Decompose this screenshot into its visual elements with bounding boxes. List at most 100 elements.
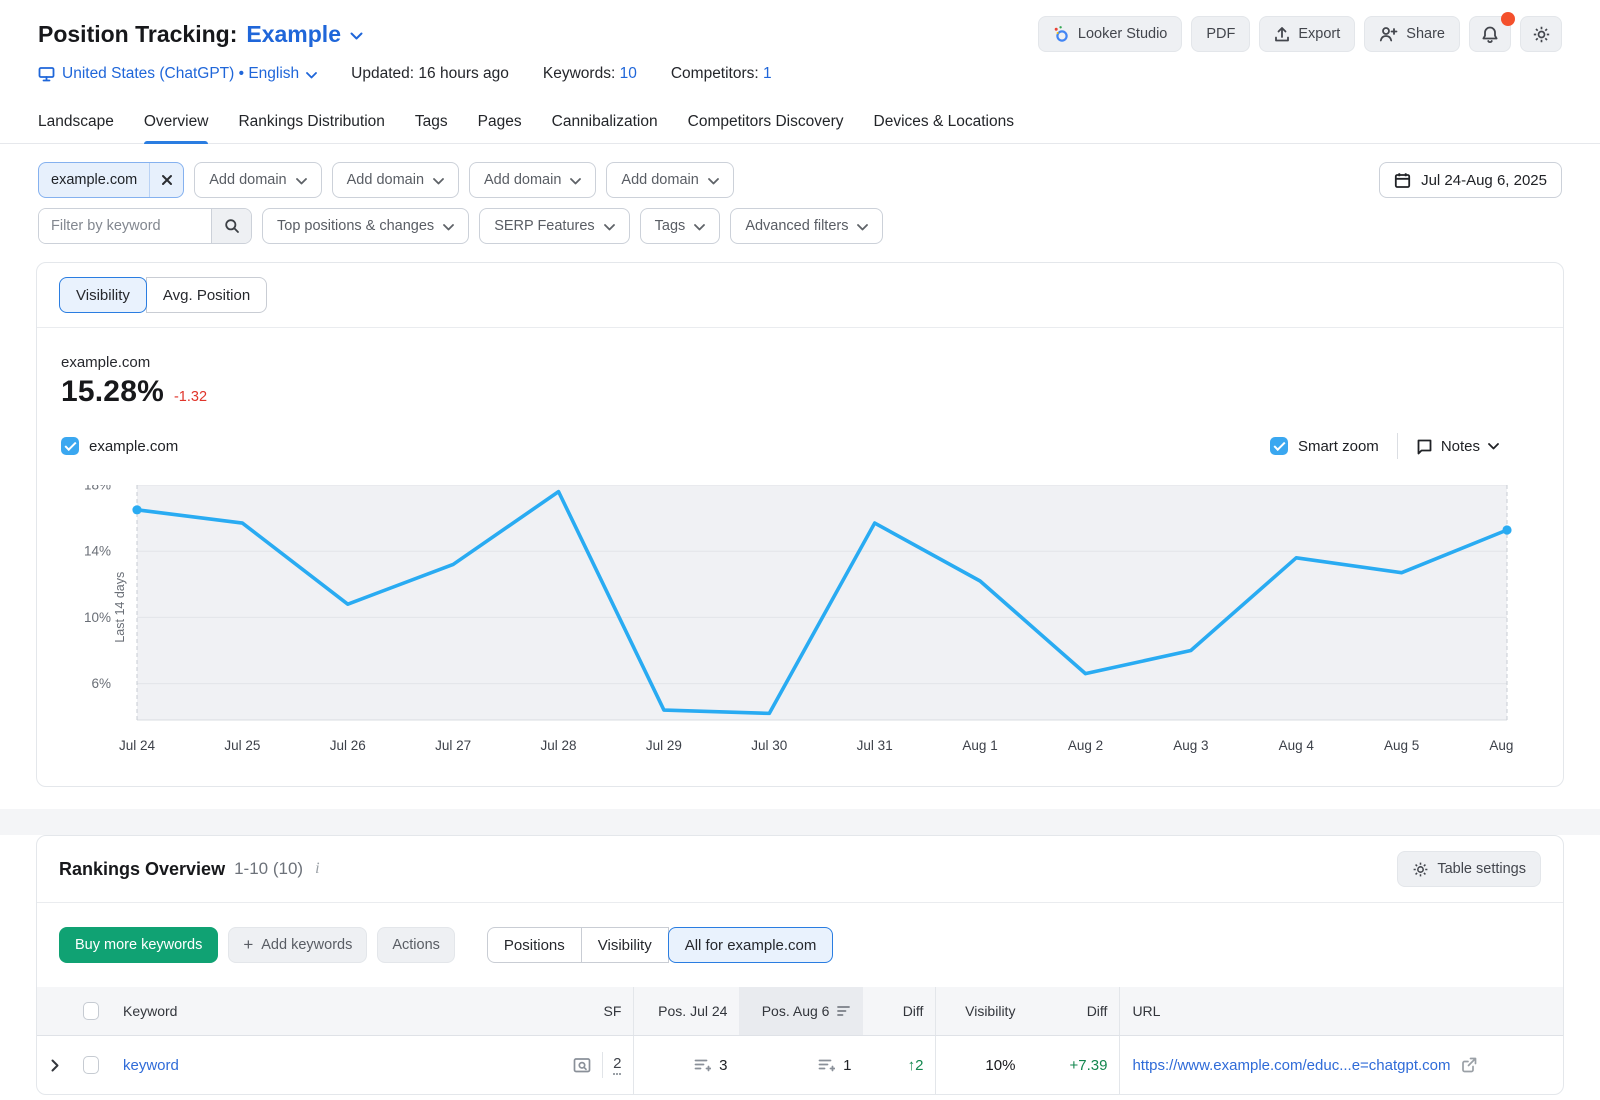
bell-icon	[1481, 25, 1499, 44]
card-separator	[0, 809, 1600, 835]
tab-devices-locations[interactable]: Devices & Locations	[874, 107, 1014, 143]
view-positions[interactable]: Positions	[487, 927, 582, 963]
column-url[interactable]: URL	[1119, 987, 1563, 1035]
rankings-overview-card: Rankings Overview 1-10 (10) i Table sett…	[36, 835, 1564, 1095]
metric-toggle: Visibility Avg. Position	[59, 277, 267, 313]
filters-bar: example.com Add domain Add domain Add do…	[0, 144, 1600, 244]
svg-text:Jul 25: Jul 25	[224, 738, 260, 753]
svg-text:Aug 4: Aug 4	[1279, 738, 1315, 753]
chevron-down-icon[interactable]	[350, 32, 363, 40]
tab-tags[interactable]: Tags	[415, 107, 448, 143]
chevron-down-icon	[443, 224, 454, 231]
svg-text:Jul 27: Jul 27	[435, 738, 471, 753]
pdf-button[interactable]: PDF	[1191, 16, 1250, 52]
column-keyword[interactable]: Keyword	[111, 987, 533, 1035]
rankings-table: Keyword SF Pos. Jul 24 Pos. Aug 6 Diff V…	[37, 987, 1563, 1094]
project-selector[interactable]: Example	[246, 21, 341, 48]
notifications-button[interactable]	[1469, 16, 1511, 52]
view-all-for-domain[interactable]: All for example.com	[668, 927, 834, 963]
row-checkbox[interactable]	[83, 1056, 99, 1074]
tags-dropdown[interactable]: Tags	[640, 208, 721, 244]
column-visibility[interactable]: Visibility	[935, 987, 1027, 1035]
chart-domain-label: example.com	[61, 354, 1539, 371]
tab-overview[interactable]: Overview	[144, 107, 209, 143]
add-domain-dropdown-1[interactable]: Add domain	[194, 162, 321, 198]
table-settings-button[interactable]: Table settings	[1397, 851, 1541, 887]
advanced-filters-dropdown[interactable]: Advanced filters	[730, 208, 883, 244]
visibility-chart[interactable]: 6%10%14%18%Last 14 daysJul 24Jul 25Jul 2…	[61, 485, 1539, 764]
buy-more-keywords-button[interactable]: Buy more keywords	[59, 927, 218, 963]
smart-zoom-control: Smart zoom	[1270, 437, 1379, 455]
column-diff2[interactable]: Diff	[1027, 987, 1119, 1035]
export-button[interactable]: Export	[1259, 16, 1355, 52]
gear-icon	[1532, 25, 1551, 44]
keyword-link[interactable]: keyword	[123, 1057, 179, 1074]
page-header: Position Tracking: Example Looker Studio	[0, 0, 1600, 83]
select-all-checkbox[interactable]	[83, 1002, 99, 1020]
competitors-count: Competitors: 1	[671, 65, 772, 83]
toggle-visibility[interactable]: Visibility	[59, 277, 147, 313]
tab-cannibalization[interactable]: Cannibalization	[552, 107, 658, 143]
expand-row-icon[interactable]	[37, 1036, 71, 1094]
tab-landscape[interactable]: Landscape	[38, 107, 114, 143]
tab-competitors-discovery[interactable]: Competitors Discovery	[688, 107, 844, 143]
keywords-count: Keywords: 10	[543, 65, 637, 83]
info-icon[interactable]: i	[315, 860, 319, 878]
share-button[interactable]: Share	[1364, 16, 1460, 52]
visibility-diff: -1.32	[174, 389, 207, 405]
visibility-cell: 10%	[935, 1036, 1027, 1094]
serp-features-dropdown[interactable]: SERP Features	[479, 208, 629, 244]
add-domain-dropdown-4[interactable]: Add domain	[606, 162, 733, 198]
view-visibility[interactable]: Visibility	[581, 927, 669, 963]
add-domain-dropdown-3[interactable]: Add domain	[469, 162, 596, 198]
visibility-card: Visibility Avg. Position example.com 15.…	[36, 262, 1564, 787]
add-domain-dropdown-2[interactable]: Add domain	[332, 162, 459, 198]
close-icon[interactable]	[149, 163, 183, 197]
tab-pages[interactable]: Pages	[478, 107, 522, 143]
svg-text:14%: 14%	[84, 544, 111, 559]
looker-studio-icon	[1053, 25, 1070, 43]
chevron-down-icon	[1488, 443, 1499, 450]
table-row: keyword 2 3	[37, 1036, 1563, 1094]
rankings-title: Rankings Overview	[59, 859, 225, 880]
keyword-filter	[38, 208, 252, 244]
svg-text:10%: 10%	[84, 610, 111, 625]
legend-example-com: example.com	[61, 437, 178, 455]
position-lines-icon	[694, 1058, 711, 1073]
smart-zoom-checkbox[interactable]	[1270, 437, 1288, 455]
svg-text:Jul 29: Jul 29	[646, 738, 682, 753]
actions-button[interactable]: Actions	[377, 927, 455, 963]
svg-text:Last 14 days: Last 14 days	[113, 572, 127, 643]
column-pos-aug6[interactable]: Pos. Aug 6	[739, 987, 863, 1035]
add-keywords-button[interactable]: + Add keywords	[228, 927, 367, 963]
svg-text:Jul 26: Jul 26	[330, 738, 366, 753]
svg-text:Jul 31: Jul 31	[857, 738, 893, 753]
sf-count[interactable]: 2	[613, 1055, 621, 1075]
external-link-icon[interactable]	[1461, 1057, 1477, 1073]
url-link[interactable]: https://www.example.com/educ...e=chatgpt…	[1132, 1057, 1450, 1074]
gear-icon	[1412, 861, 1429, 878]
rankings-range: 1-10 (10)	[234, 859, 303, 879]
domain-chip: example.com	[38, 162, 184, 198]
column-sf[interactable]: SF	[533, 987, 633, 1035]
looker-studio-button[interactable]: Looker Studio	[1038, 16, 1182, 52]
column-pos-jul24[interactable]: Pos. Jul 24	[633, 987, 739, 1035]
serp-features-icon[interactable]	[573, 1057, 592, 1074]
table-header-row: Keyword SF Pos. Jul 24 Pos. Aug 6 Diff V…	[37, 987, 1563, 1036]
settings-button[interactable]	[1520, 16, 1562, 52]
location-language-selector[interactable]: United States (ChatGPT) • English	[38, 65, 317, 83]
domain-checkbox[interactable]	[61, 437, 79, 455]
tab-rankings-distribution[interactable]: Rankings Distribution	[238, 107, 384, 143]
chevron-down-icon	[708, 178, 719, 185]
notes-dropdown[interactable]: Notes	[1416, 438, 1499, 455]
toggle-avg-position[interactable]: Avg. Position	[146, 277, 267, 313]
top-positions-dropdown[interactable]: Top positions & changes	[262, 208, 469, 244]
monitor-icon	[38, 66, 55, 82]
search-icon[interactable]	[211, 209, 251, 243]
keyword-filter-input[interactable]	[39, 209, 211, 243]
visibility-value: 15.28%	[61, 375, 164, 409]
date-range-picker[interactable]: Jul 24-Aug 6, 2025	[1379, 162, 1562, 198]
column-diff[interactable]: Diff	[863, 987, 935, 1035]
export-icon	[1274, 26, 1290, 43]
domain-chip-label: example.com	[39, 172, 149, 188]
